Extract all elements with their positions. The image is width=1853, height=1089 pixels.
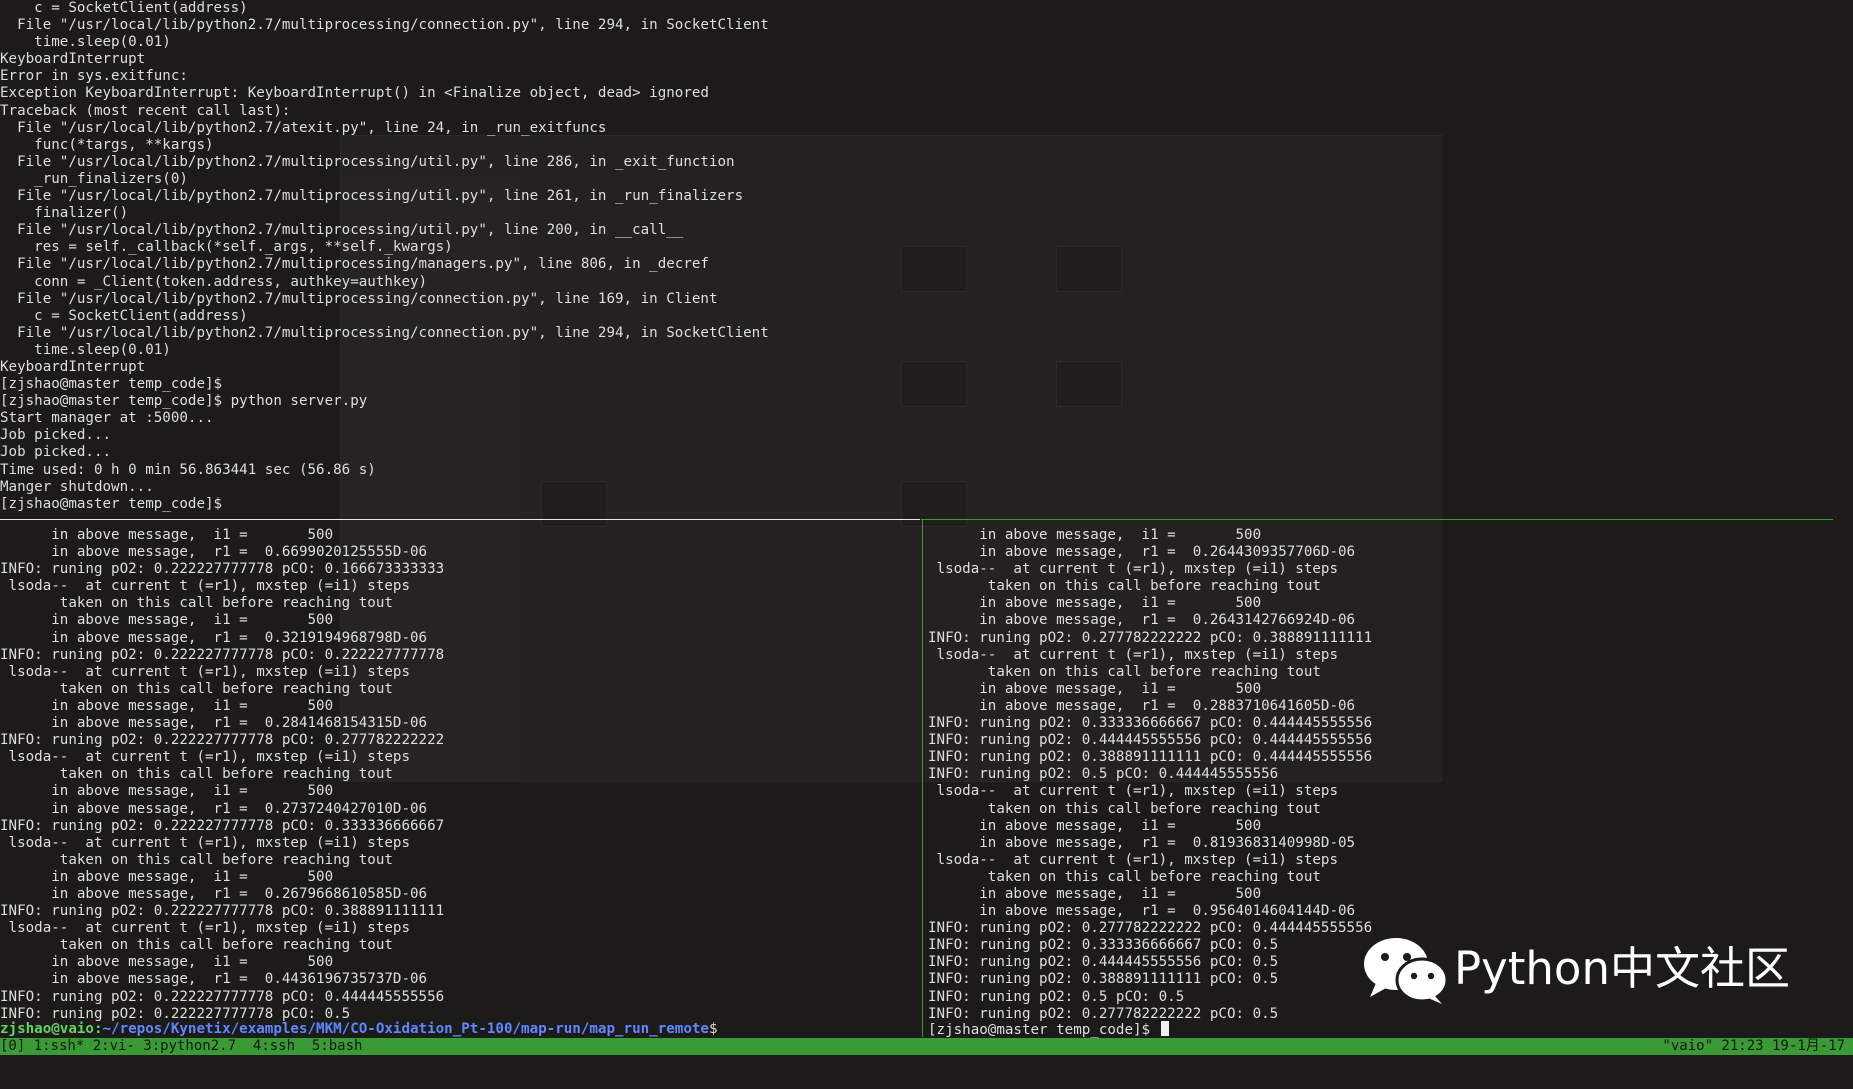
terminal-line: taken on this call before reaching tout: [928, 578, 1321, 595]
terminal-line: in above message, i1 = 500: [0, 697, 334, 714]
terminal-line: lsoda-- at current t (=r1), mxstep (=i1)…: [0, 920, 410, 937]
terminal-line: File "/usr/local/lib/python2.7/multiproc…: [0, 17, 769, 34]
terminal-line: in above message, i1 = 500: [928, 527, 1262, 543]
terminal-line: INFO: runing pO2: 0.388891111111 pCO: 0.…: [928, 749, 1373, 766]
shell-prompt-right[interactable]: [zjshao@master temp_code]$: [928, 1021, 1828, 1038]
terminal-line: INFO: runing pO2: 0.222227777778 pCO: 0.…: [0, 732, 445, 749]
terminal-line: in above message, i1 = 500: [928, 680, 1262, 697]
terminal-line: lsoda-- at current t (=r1), mxstep (=i1)…: [928, 561, 1338, 578]
terminal-line: in above message, r1 = 0.2644309357706D-…: [928, 544, 1356, 561]
terminal-line: File "/usr/local/lib/python2.7/multiproc…: [0, 222, 684, 239]
terminal-line: File "/usr/local/lib/python2.7/multiproc…: [0, 256, 709, 273]
prompt-path: ~/repos/Kynetix/examples/MKM/CO-Oxidatio…: [102, 1021, 709, 1037]
pane-divider-horizontal: [0, 519, 920, 520]
pane-divider-vertical: [922, 519, 923, 1037]
terminal-line: conn = _Client(token.address, authkey=au…: [0, 273, 428, 290]
terminal-line: Traceback (most recent call last):: [0, 102, 291, 119]
shell-prompt-left[interactable]: zjshao@vaio:~/repos/Kynetix/examples/MKM…: [0, 1021, 920, 1038]
terminal-line: lsoda-- at current t (=r1), mxstep (=i1)…: [0, 834, 410, 851]
terminal-line: INFO: runing pO2: 0.5 pCO: 0.44444555555…: [928, 766, 1279, 783]
terminal-line: taken on this call before reaching tout: [928, 800, 1321, 817]
terminal-line: c = SocketClient(address): [0, 307, 248, 324]
terminal-line: taken on this call before reaching tout: [0, 680, 393, 697]
terminal-line: in above message, r1 = 0.2841468154315D-…: [0, 715, 428, 732]
terminal-line: in above message, i1 = 500: [0, 527, 334, 543]
terminal-pane-top[interactable]: c = SocketClient(address) File "/usr/loc…: [0, 0, 1853, 518]
terminal-line: lsoda-- at current t (=r1), mxstep (=i1)…: [928, 851, 1338, 868]
terminal-line: File "/usr/local/lib/python2.7/multiproc…: [0, 188, 744, 205]
terminal-line: Job picked...: [0, 444, 112, 461]
terminal-line: [zjshao@master temp_code]$: [0, 495, 223, 512]
terminal-line: in above message, i1 = 500: [0, 954, 334, 971]
terminal-line: lsoda-- at current t (=r1), mxstep (=i1)…: [0, 749, 410, 766]
terminal-line: KeyboardInterrupt: [0, 358, 146, 375]
terminal-line: taken on this call before reaching tout: [0, 766, 393, 783]
terminal-line: in above message, i1 = 500: [0, 868, 334, 885]
terminal-line: lsoda-- at current t (=r1), mxstep (=i1)…: [928, 783, 1338, 800]
terminal-line: Error in sys.exitfunc:: [0, 68, 188, 85]
terminal-line: in above message, i1 = 500: [928, 817, 1262, 834]
terminal-line: Exception KeyboardInterrupt: KeyboardInt…: [0, 85, 709, 102]
terminal-line: c = SocketClient(address): [0, 0, 248, 16]
terminal-line: INFO: runing pO2: 0.222227777778 pCO: 0.…: [0, 988, 445, 1005]
terminal-line: File "/usr/local/lib/python2.7/multiproc…: [0, 290, 718, 307]
terminal-line: in above message, i1 = 500: [0, 612, 334, 629]
terminal-line: in above message, i1 = 500: [0, 783, 334, 800]
terminal-line: in above message, r1 = 0.3219194968798D-…: [0, 629, 428, 646]
terminal-line: _run_finalizers(0): [0, 170, 188, 187]
prompt-symbol: $: [708, 1021, 718, 1037]
watermark: Python中文社区: [1362, 935, 1832, 1005]
terminal-line: in above message, r1 = 0.9564014604144D-…: [928, 903, 1356, 920]
terminal-line: res = self._callback(*self._args, **self…: [0, 239, 453, 256]
tmux-window-list[interactable]: [0] 1:ssh* 2:vi- 3:python2.7 4:ssh 5:bas…: [0, 1038, 362, 1055]
terminal-line: INFO: runing pO2: 0.222227777778 pCO: 0.…: [0, 646, 445, 663]
terminal-line: in above message, r1 = 0.8193683140998D-…: [928, 834, 1356, 851]
terminal-line: Start manager at :5000...: [0, 410, 214, 427]
terminal-line: finalizer(): [0, 205, 129, 222]
terminal-line: INFO: runing pO2: 0.444445555556 pCO: 0.…: [928, 732, 1373, 749]
terminal-line: INFO: runing pO2: 0.333336666667 pCO: 0.…: [928, 715, 1373, 732]
wechat-icon: [1364, 938, 1448, 1004]
terminal-line: func(*targs, **kargs): [0, 136, 214, 153]
prompt-user: zjshao@vaio:: [0, 1021, 103, 1037]
terminal-line: INFO: runing pO2: 0.222227777778 pCO: 0.…: [0, 561, 445, 578]
terminal-line: [zjshao@master temp_code]$ python server…: [0, 393, 368, 410]
terminal-line: in above message, i1 = 500: [928, 885, 1262, 902]
tmux-status-right: "vaio" 21:23 19-1月-17: [1662, 1038, 1845, 1054]
terminal-line: in above message, r1 = 0.6699020125555D-…: [0, 544, 428, 561]
terminal-line: in above message, r1 = 0.2737240427010D-…: [0, 800, 428, 817]
pane-divider-horizontal-active: [921, 519, 1833, 520]
terminal-line: taken on this call before reaching tout: [0, 595, 393, 612]
terminal-line: lsoda-- at current t (=r1), mxstep (=i1)…: [0, 578, 410, 595]
terminal-cursor: [1160, 1021, 1169, 1036]
terminal-line: File "/usr/local/lib/python2.7/multiproc…: [0, 153, 735, 170]
terminal-line: taken on this call before reaching tout: [0, 851, 393, 868]
terminal-line: INFO: runing pO2: 0.222227777778 pCO: 0.…: [0, 817, 445, 834]
terminal-line: in above message, r1 = 0.4436196735737D-…: [0, 971, 428, 988]
terminal-line: Manger shutdown...: [0, 478, 154, 495]
terminal-line: lsoda-- at current t (=r1), mxstep (=i1)…: [0, 663, 410, 680]
terminal-line: time.sleep(0.01): [0, 341, 171, 358]
terminal-pane-bottom-left[interactable]: in above message, i1 = 500 in above mess…: [0, 527, 920, 1031]
terminal-line: taken on this call before reaching tout: [928, 663, 1321, 680]
terminal-line: in above message, r1 = 0.2883710641605D-…: [928, 697, 1356, 714]
terminal-line: Time used: 0 h 0 min 56.863441 sec (56.8…: [0, 461, 376, 478]
terminal-line: in above message, i1 = 500: [928, 595, 1262, 612]
tmux-status-bar: [0] 1:ssh* 2:vi- 3:python2.7 4:ssh 5:bas…: [0, 1038, 1853, 1055]
terminal-line: INFO: runing pO2: 0.277782222222 pCO: 0.…: [928, 629, 1373, 646]
terminal-line: lsoda-- at current t (=r1), mxstep (=i1)…: [928, 646, 1338, 663]
terminal-line: KeyboardInterrupt: [0, 51, 146, 68]
terminal-line: in above message, r1 = 0.2679668610585D-…: [0, 885, 428, 902]
terminal-line: File "/usr/local/lib/python2.7/multiproc…: [0, 324, 769, 341]
watermark-text: Python中文社区: [1454, 942, 1790, 995]
terminal-line: in above message, r1 = 0.2643142766924D-…: [928, 612, 1356, 629]
terminal-line: Job picked...: [0, 427, 112, 444]
terminal-line: INFO: runing pO2: 0.222227777778 pCO: 0.…: [0, 903, 445, 920]
terminal-line: time.sleep(0.01): [0, 34, 171, 51]
terminal-line: taken on this call before reaching tout: [0, 937, 393, 954]
prompt-text: [zjshao@master temp_code]$: [928, 1022, 1159, 1038]
terminal-line: taken on this call before reaching tout: [928, 868, 1321, 885]
terminal-line: File "/usr/local/lib/python2.7/atexit.py…: [0, 119, 607, 136]
terminal-line: [zjshao@master temp_code]$: [0, 376, 223, 393]
